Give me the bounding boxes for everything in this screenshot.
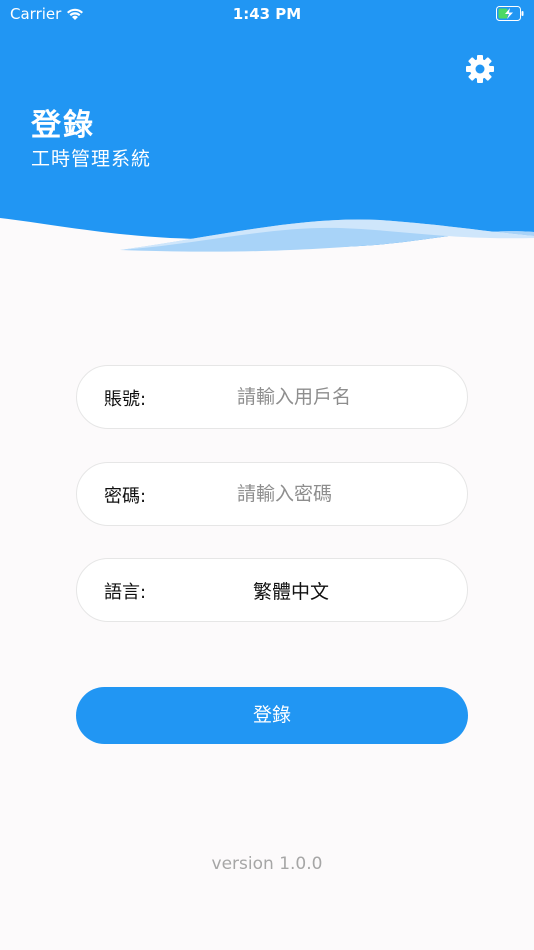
language-select[interactable]: 繁體中文: [253, 577, 329, 604]
password-field[interactable]: 密碼:: [76, 462, 468, 526]
password-label: 密碼:: [104, 486, 147, 507]
app-subtitle: 工時管理系統: [31, 148, 152, 170]
login-button[interactable]: 登錄: [76, 687, 468, 744]
account-input[interactable]: [233, 380, 443, 414]
account-label: 賬號:: [104, 389, 147, 410]
account-field[interactable]: 賬號:: [76, 365, 468, 429]
settings-gear-icon[interactable]: [464, 53, 496, 85]
status-bar: Carrier 1:43 PM: [0, 0, 534, 28]
header: Carrier 1:43 PM 登錄 工時管理系統: [0, 0, 534, 270]
language-label: 語言:: [104, 582, 147, 603]
status-time: 1:43 PM: [232, 5, 302, 23]
password-input[interactable]: [233, 477, 443, 511]
language-field[interactable]: 語言: 繁體中文: [76, 558, 468, 622]
battery-charging-icon: [496, 6, 524, 21]
version-label: version 1.0.0: [211, 854, 323, 874]
page-title: 登錄: [31, 108, 95, 143]
